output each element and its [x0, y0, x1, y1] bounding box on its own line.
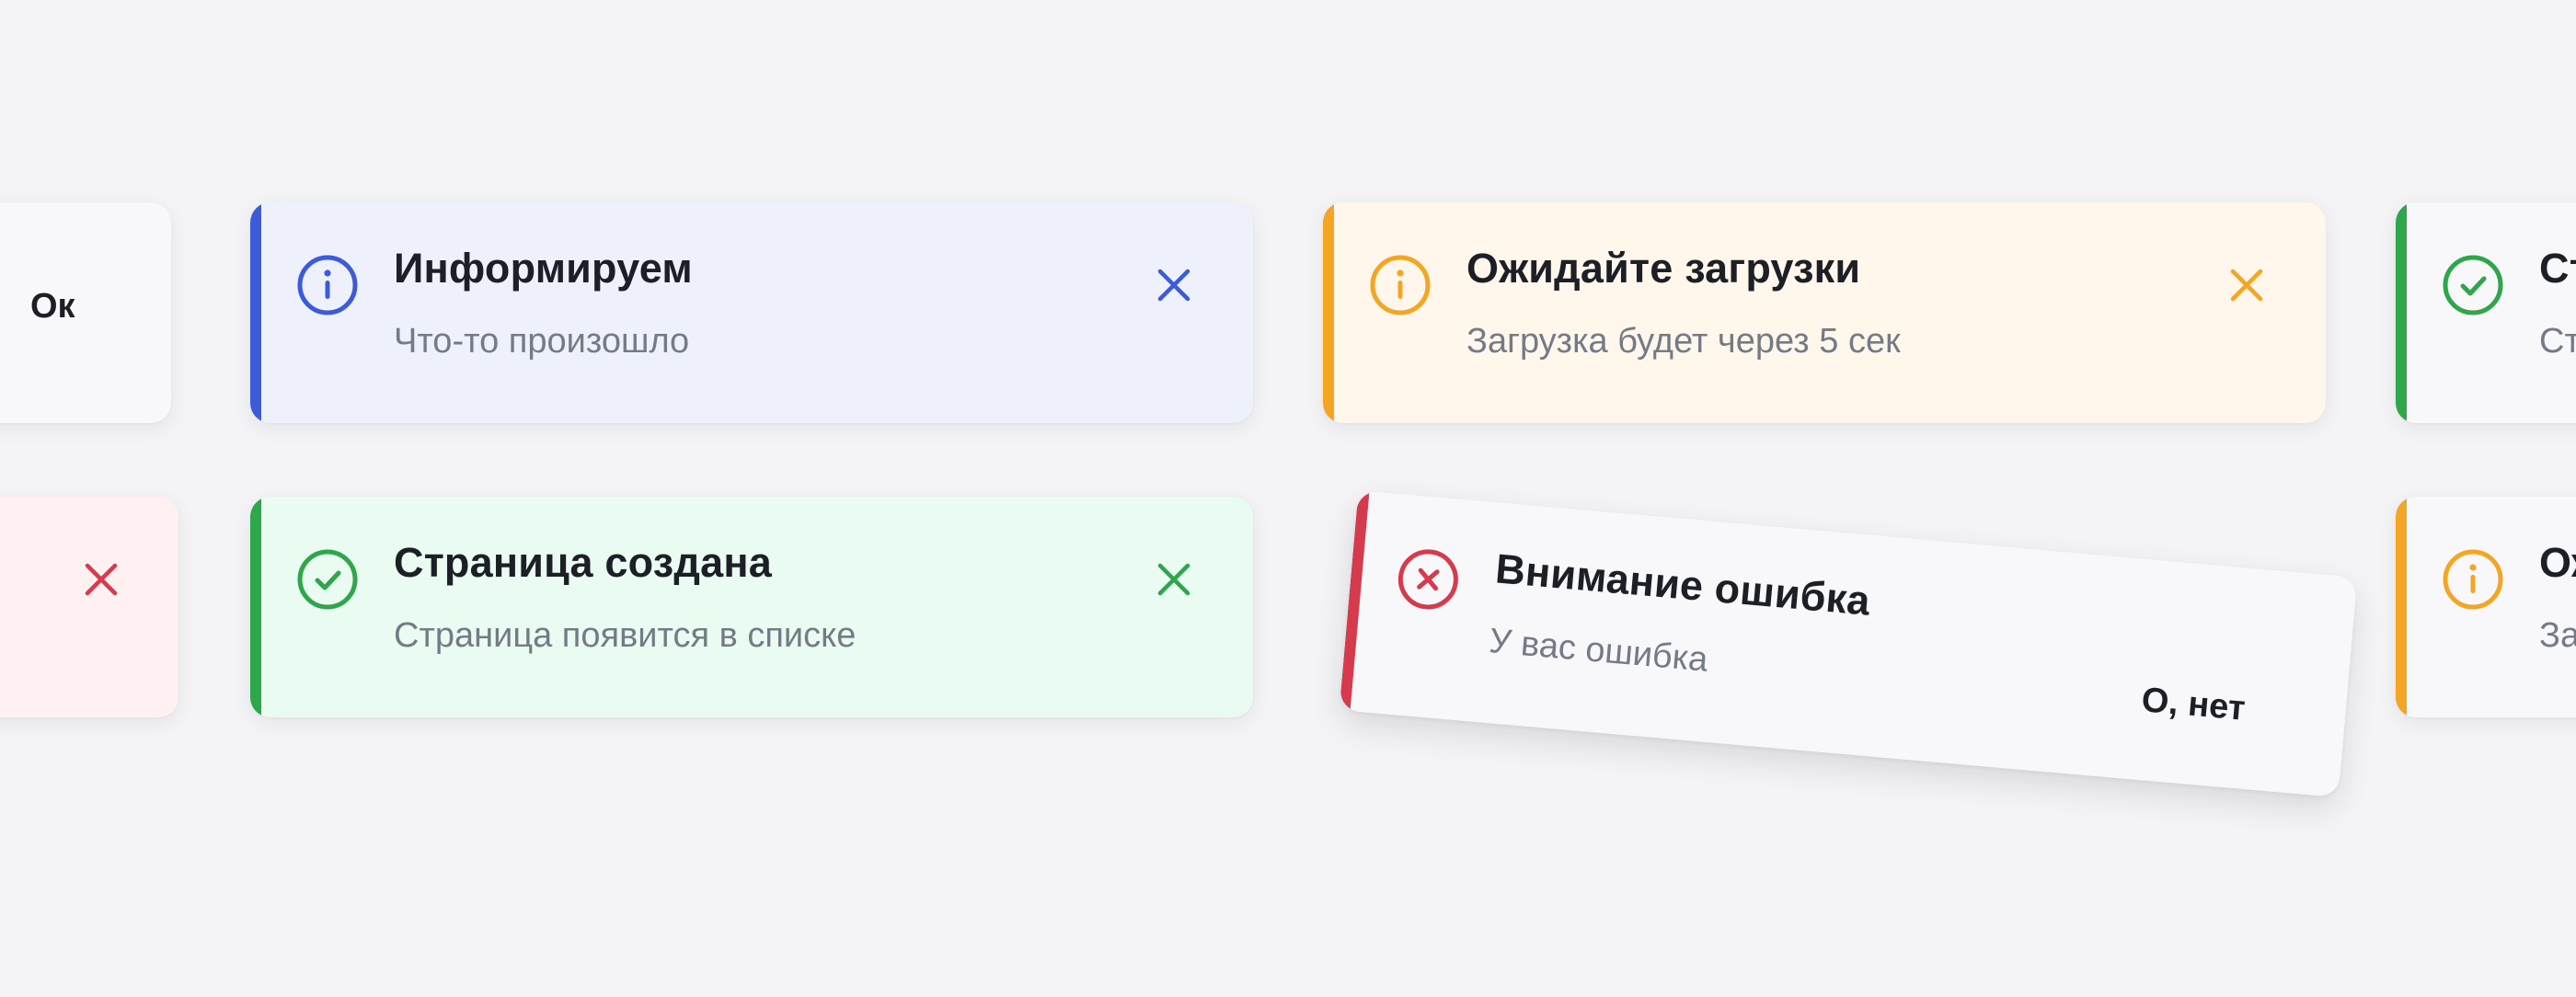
toast-accent-stripe: [1323, 202, 1334, 423]
x-circle-icon: [1397, 549, 1458, 610]
toast-description: Страница появится в списке: [394, 616, 857, 655]
toast-info: Информируем Что-то произошло: [250, 202, 1253, 423]
toast-description: Загрузка будет через 5 сек: [1466, 322, 1901, 361]
toast-accent-stripe: [1339, 489, 1370, 712]
toast-warning-partial: Ож За: [2396, 497, 2576, 717]
toast-title: Внимание ошибка: [1493, 544, 1872, 625]
toast-description: Ст: [2539, 322, 2576, 361]
toast-description: У вас ошибка: [1487, 622, 1710, 680]
toast-description: Что-то произошло: [394, 322, 690, 361]
info-icon: [1370, 255, 1431, 315]
close-icon[interactable]: [2225, 263, 2269, 307]
close-icon[interactable]: [79, 557, 123, 602]
toast-accent-stripe: [2396, 202, 2407, 423]
toast-accent-stripe: [2396, 497, 2407, 717]
toast-description: За: [2539, 616, 2576, 655]
toast-error: Внимание ошибка У вас ошибка О, нет: [1339, 489, 2358, 798]
toast-title: Ож: [2539, 539, 2576, 586]
toast-title: Информируем: [394, 245, 693, 292]
toast-success: Страница создана Страница появится в спи…: [250, 497, 1253, 717]
toast-title: Ст: [2539, 245, 2576, 292]
toast-success-partial: Ст Ст: [2396, 202, 2576, 423]
check-circle-icon: [2443, 255, 2503, 315]
toast-showcase: Ок Информируем Что-то произошло Ожидайте…: [0, 0, 2576, 997]
toast-error-partial: [0, 497, 178, 717]
toast-accent-stripe: [250, 497, 261, 717]
check-circle-icon: [297, 549, 358, 610]
info-icon: [2443, 549, 2503, 610]
toast-warning: Ожидайте загрузки Загрузка будет через 5…: [1323, 202, 2326, 423]
toast-neutral-partial: Ок: [0, 202, 171, 423]
info-icon: [297, 255, 358, 315]
close-icon[interactable]: [1152, 557, 1196, 602]
ok-action-button[interactable]: Ок: [30, 287, 75, 327]
close-icon[interactable]: [1152, 263, 1196, 307]
toast-accent-stripe: [250, 202, 261, 423]
oh-no-action-button[interactable]: О, нет: [2140, 681, 2247, 729]
toast-title: Ожидайте загрузки: [1466, 245, 1861, 292]
toast-title: Страница создана: [394, 539, 772, 586]
